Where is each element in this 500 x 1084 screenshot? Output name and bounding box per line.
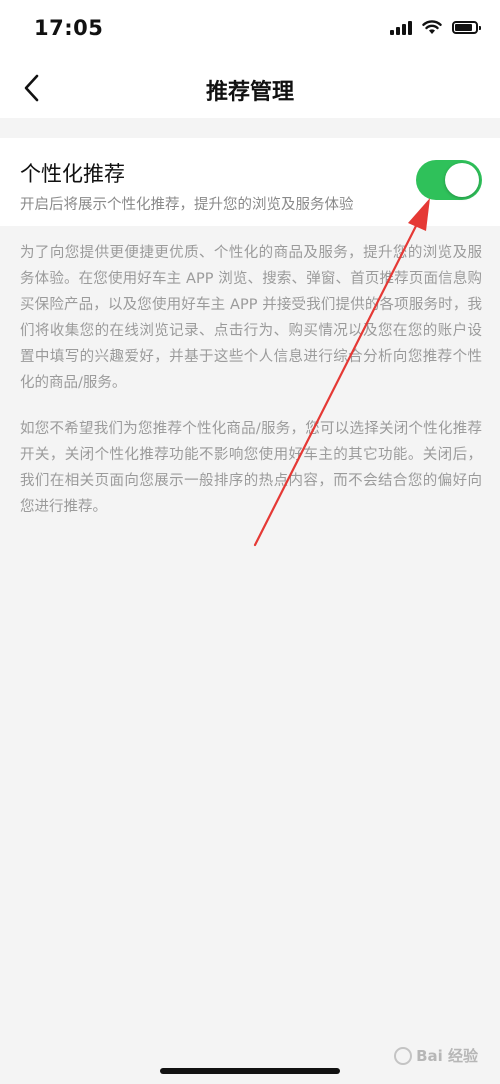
status-bar: 17:05 [0,0,500,60]
personalized-recommendation-setting: 个性化推荐 开启后将展示个性化推荐，提升您的浏览及服务体验 [0,138,500,226]
nav-bar: 推荐管理 [0,60,500,118]
watermark: Bai 经验 [394,1045,478,1066]
personalized-recommendation-toggle[interactable] [416,160,482,200]
toggle-knob [445,163,479,197]
battery-icon [452,21,481,34]
info-paragraph-1: 为了向您提供更便捷更优质、个性化的商品及服务，提升您的浏览及服务体验。在您使用好… [20,245,482,391]
signal-icon [390,20,412,35]
setting-description: 开启后将展示个性化推荐，提升您的浏览及服务体验 [20,197,354,213]
watermark-text: Bai 经验 [416,1047,478,1065]
status-time: 17:05 [34,16,104,40]
wifi-icon [422,20,442,34]
info-paragraph-2: 如您不希望我们为您推荐个性化商品/服务，您可以选择关闭个性化推荐开关，关闭个性化… [20,421,482,515]
info-section: 为了向您提供更便捷更优质、个性化的商品及服务，提升您的浏览及服务体验。在您使用好… [20,240,482,540]
paw-icon [394,1046,413,1065]
page-title: 推荐管理 [205,80,294,105]
home-indicator[interactable] [160,1068,340,1074]
setting-title: 个性化推荐 [20,162,125,186]
status-icons [390,20,481,35]
